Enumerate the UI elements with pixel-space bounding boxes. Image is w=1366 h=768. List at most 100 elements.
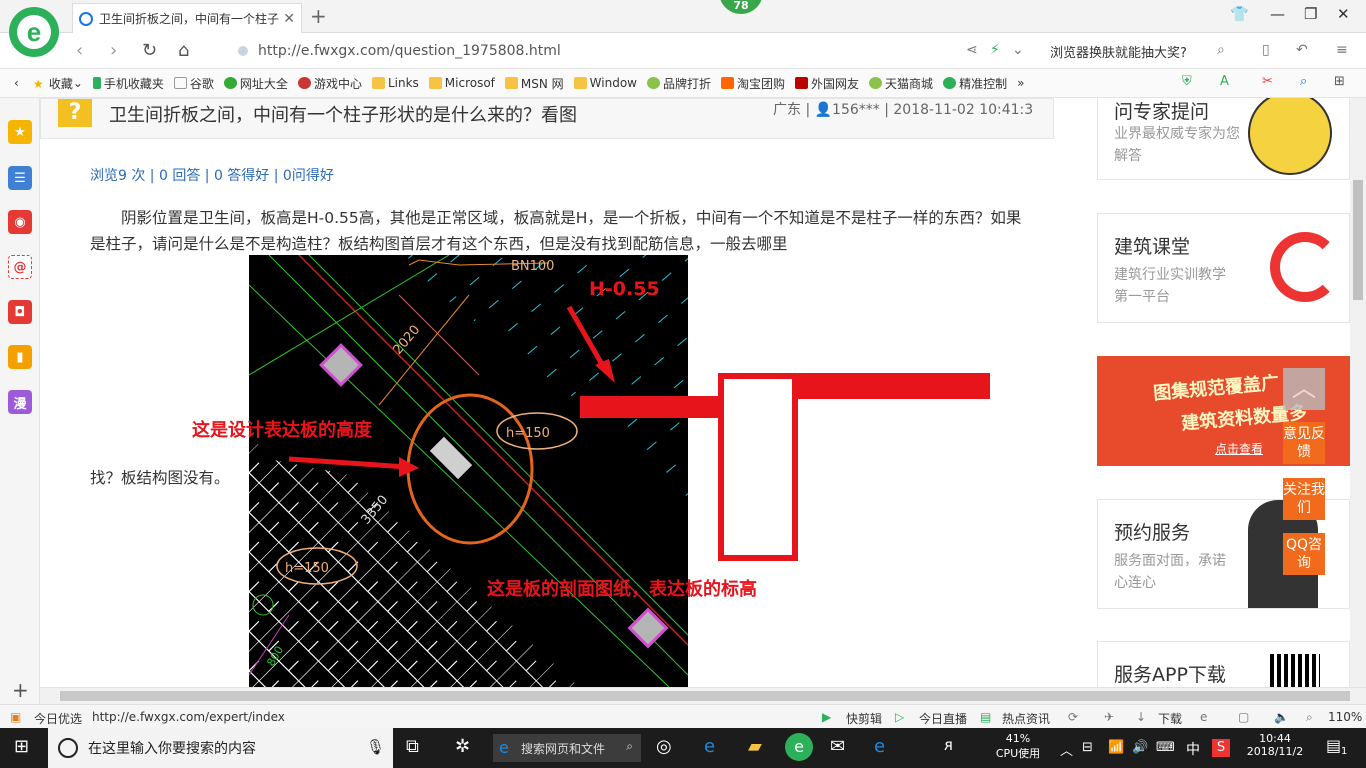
taskbar-search[interactable]: 在这里输入你要搜索的内容 🎙	[48, 728, 393, 768]
speaker-icon[interactable]: 🔊	[1132, 740, 1148, 755]
file-explorer-icon[interactable]: ▰	[748, 736, 762, 757]
fav-links[interactable]: Links	[371, 76, 419, 90]
add-sidebar-button[interactable]: +	[12, 678, 29, 702]
question-stats[interactable]: 浏览9 次 | 0 回答 | 0 答得好 | 0问得好	[90, 165, 334, 185]
reload-button[interactable]: ↻	[142, 40, 157, 61]
tray-chevron-icon[interactable]: ︿	[1060, 740, 1073, 759]
share-icon[interactable]: ⋖	[966, 42, 978, 58]
fav-microsoft[interactable]: Microsof	[428, 76, 495, 90]
favorites-star-icon[interactable]: ★	[8, 120, 32, 144]
minimize-button[interactable]: —	[1270, 5, 1285, 23]
forward-button[interactable]: ›	[110, 40, 117, 61]
cpu-meter[interactable]: 41% CPU使用	[990, 732, 1046, 761]
fav-google[interactable]: 谷歌	[173, 75, 214, 92]
ask-expert-card[interactable]: 问专家提问 业界最权威专家为您解答	[1097, 98, 1350, 180]
keyboard-icon[interactable]: ⌨	[1156, 740, 1175, 755]
download-button[interactable]: 下载	[1158, 710, 1182, 727]
favbar-collapse-icon[interactable]: ‹	[14, 76, 19, 90]
close-window-button[interactable]: ✕	[1337, 5, 1350, 23]
search-suggestion[interactable]: 浏览器换肤就能抽大奖?	[1050, 42, 1187, 61]
notification-icon[interactable]: ▤	[1326, 736, 1341, 755]
fav-foreign[interactable]: 外国网友	[795, 75, 859, 92]
volume-icon[interactable]: 🔈	[1274, 710, 1289, 724]
pin-icon[interactable]: ✈	[1104, 710, 1114, 724]
zoom-icon[interactable]: ⌕	[1306, 710, 1313, 725]
fav-precise[interactable]: 精准控制	[943, 75, 1007, 92]
comic-icon[interactable]: 漫	[8, 390, 32, 414]
feedback-button[interactable]: 意见反馈	[1283, 422, 1325, 464]
web-search-icon: ⌕	[626, 739, 633, 753]
shield-icon[interactable]: ⛨	[1182, 74, 1192, 89]
banner-link[interactable]: 点击查看	[1215, 440, 1263, 457]
shirt-icon[interactable]: 👕	[1230, 5, 1249, 23]
new-tab-button[interactable]: +	[310, 4, 327, 28]
task-view-icon[interactable]: ⧉	[406, 736, 419, 757]
question-mark-icon: ?	[58, 99, 92, 127]
pinwheel-icon[interactable]: ✲	[455, 736, 470, 757]
vertical-scrollbar[interactable]	[1350, 98, 1366, 687]
qq-consult-button[interactable]: QQ咨询	[1283, 533, 1325, 575]
network-icon[interactable]: ⊟	[1082, 740, 1093, 755]
chrome-icon[interactable]: ◎	[656, 736, 672, 757]
app-download-card[interactable]: 服务APP下载	[1097, 641, 1350, 687]
list-icon[interactable]: ☰	[8, 166, 32, 190]
horizontal-scrollbar[interactable]	[40, 687, 1366, 704]
people-icon[interactable]: ᴙ	[944, 736, 953, 754]
grid-icon[interactable]: ⊞	[1334, 74, 1345, 89]
scissors-icon[interactable]: ✂	[1262, 74, 1273, 89]
fav-brand[interactable]: 品牌打折	[647, 75, 711, 92]
microphone-icon[interactable]: 🎙	[366, 738, 385, 756]
fav-games[interactable]: 游戏中心	[297, 75, 362, 92]
refresh-status-icon[interactable]: ⟳	[1068, 710, 1078, 724]
clock[interactable]: 10:44 2018/11/2	[1240, 732, 1310, 758]
live-button[interactable]: 今日直播	[919, 710, 967, 727]
browser-tab[interactable]: 卫生间折板之间，中间有一个柱子 ✕	[72, 3, 302, 33]
follow-us-button[interactable]: 关注我们	[1283, 478, 1325, 520]
browser-logo[interactable]: e	[9, 7, 59, 57]
book-icon[interactable]: ▮	[8, 345, 32, 369]
more-favorites-icon[interactable]: »	[1017, 76, 1024, 90]
magnifier-icon[interactable]: ⌕	[1300, 74, 1307, 89]
news-button[interactable]: 热点资讯	[1002, 710, 1050, 727]
building-class-card[interactable]: 建筑课堂 建筑行业实训教学第一平台	[1097, 213, 1350, 323]
quickcut-button[interactable]: 快剪辑	[846, 710, 882, 727]
mail-icon[interactable]: @	[8, 255, 32, 279]
game-icon[interactable]: ◘	[8, 300, 32, 324]
home-button[interactable]: ⌂	[178, 40, 189, 61]
undo-icon[interactable]: ↶	[1296, 42, 1308, 58]
fav-tmall[interactable]: 天猫商城	[869, 75, 933, 92]
phone-icon[interactable]: ▯	[1262, 42, 1270, 58]
mail-app-icon[interactable]: ✉	[830, 736, 845, 757]
fav-collect[interactable]: ★ 收藏 ⌄	[33, 75, 83, 92]
close-tab-icon[interactable]: ✕	[283, 11, 295, 27]
back-button[interactable]: ‹	[76, 40, 83, 61]
menu-icon[interactable]: ≡	[1336, 42, 1348, 58]
sogou-icon[interactable]: S	[1212, 739, 1230, 757]
lightning-icon[interactable]: ⚡	[990, 42, 1000, 58]
ie-status-icon[interactable]: e	[1200, 710, 1207, 724]
fav-mobile[interactable]: 手机收藏夹	[92, 75, 164, 92]
fav-urls[interactable]: 网址大全	[223, 75, 288, 92]
weibo-icon[interactable]: ◉	[8, 210, 32, 234]
fav-taobao[interactable]: 淘宝团购	[721, 75, 785, 92]
translate-icon[interactable]: A	[1220, 74, 1229, 89]
internet-explorer-icon[interactable]: e	[704, 736, 715, 757]
web-search-box[interactable]: e 搜索网页和文件 ⌕	[493, 734, 641, 762]
fav-windows[interactable]: Window	[573, 76, 637, 90]
window-icon[interactable]: ▢	[1238, 710, 1249, 724]
today-picks[interactable]: 今日优选	[34, 710, 82, 727]
edge-icon[interactable]: e	[874, 736, 885, 757]
search-icon[interactable]: ⌕	[1217, 42, 1225, 58]
chevron-down-icon[interactable]: ⌄	[1012, 42, 1024, 58]
windows-start-icon[interactable]: ⊞	[14, 736, 29, 757]
back-to-top-button[interactable]: ︿	[1283, 368, 1325, 410]
zoom-level[interactable]: 110%	[1328, 710, 1362, 724]
360-browser-icon[interactable]: e	[785, 733, 813, 761]
status-bar: ▣ 今日优选 http://e.fwxgx.com/expert/index ▶…	[0, 704, 1366, 728]
score-badge[interactable]: 78	[719, 0, 763, 14]
fav-msn[interactable]: MSN 网	[504, 75, 564, 92]
url-field[interactable]: http://e.fwxgx.com/question_1975808.html	[238, 40, 958, 62]
restore-button[interactable]: ❐	[1304, 5, 1317, 23]
ime-indicator[interactable]: 中	[1186, 739, 1200, 759]
wifi-icon[interactable]: 📶	[1108, 740, 1124, 755]
